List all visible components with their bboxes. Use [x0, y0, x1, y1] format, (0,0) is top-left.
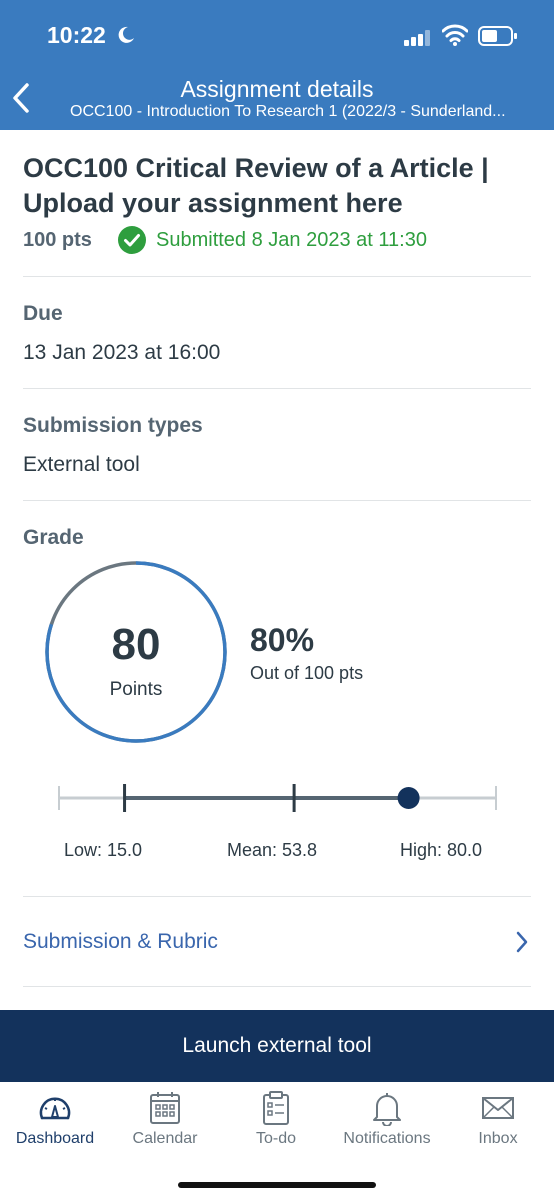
- stat-mean: Mean: 53.8: [227, 840, 318, 860]
- moon-icon: [118, 26, 134, 43]
- tab-label: Dashboard: [15, 1130, 95, 1147]
- tab-inbox[interactable]: Inbox: [443, 1082, 553, 1162]
- grade-unit: Points: [109, 679, 163, 700]
- calendar-icon: [150, 1092, 180, 1124]
- bell-icon: [373, 1093, 401, 1126]
- divider: [23, 500, 531, 501]
- stat-high: High: 80.0: [400, 840, 483, 860]
- status-time: 10:22: [47, 22, 106, 48]
- stat-low: Low: 15.0: [64, 840, 143, 860]
- due-label: Due: [23, 302, 63, 325]
- app-header: 10:22 Assignment details OCC100 - Introd…: [0, 0, 554, 130]
- nav-subtitle: OCC100 - Introduction To Research 1 (202…: [70, 103, 506, 120]
- submission-types-value: External tool: [23, 453, 140, 476]
- submission-rubric-label: Submission & Rubric: [23, 930, 218, 953]
- tab-notifications[interactable]: Notifications: [332, 1082, 442, 1162]
- divider: [23, 896, 531, 897]
- submitted-check-icon: [118, 226, 146, 254]
- due-value: 13 Jan 2023 at 16:00: [23, 341, 221, 364]
- battery-icon: [478, 26, 517, 46]
- submission-types-label: Submission types: [23, 414, 203, 437]
- tab-todo[interactable]: To-do: [221, 1082, 331, 1162]
- todo-icon: [263, 1091, 289, 1125]
- divider: [23, 276, 531, 277]
- divider: [23, 388, 531, 389]
- submission-status: Submitted 8 Jan 2023 at 11:30: [156, 229, 427, 251]
- grade-out-of: Out of 100 pts: [250, 663, 364, 683]
- nav-title: Assignment details: [180, 76, 374, 102]
- tab-label: Inbox: [478, 1130, 518, 1147]
- divider: [23, 986, 531, 987]
- home-indicator: [178, 1182, 376, 1188]
- launch-external-tool-button[interactable]: Launch external tool: [0, 1010, 554, 1082]
- score-marker: [397, 787, 420, 809]
- grade-label: Grade: [23, 526, 84, 549]
- chevron-right-icon: [516, 931, 528, 953]
- cellular-signal-icon: [404, 30, 430, 46]
- tab-calendar[interactable]: Calendar: [110, 1082, 220, 1162]
- grade-percent: 80%: [250, 622, 315, 658]
- envelope-icon: [482, 1097, 514, 1119]
- submission-rubric-row[interactable]: Submission & Rubric: [23, 928, 531, 958]
- wifi-icon: [442, 24, 468, 46]
- assignment-points: 100 pts: [23, 229, 92, 251]
- assignment-title: OCC100 Critical Review of a Article | Up…: [23, 153, 489, 218]
- grade-stats-bar: [58, 784, 497, 812]
- tab-label: Calendar: [132, 1130, 198, 1147]
- tab-label: To-do: [255, 1130, 297, 1147]
- dashboard-icon: [39, 1097, 71, 1120]
- grade-score: 80: [111, 620, 161, 669]
- tab-dashboard[interactable]: Dashboard: [0, 1082, 110, 1162]
- tab-label: Notifications: [343, 1130, 431, 1147]
